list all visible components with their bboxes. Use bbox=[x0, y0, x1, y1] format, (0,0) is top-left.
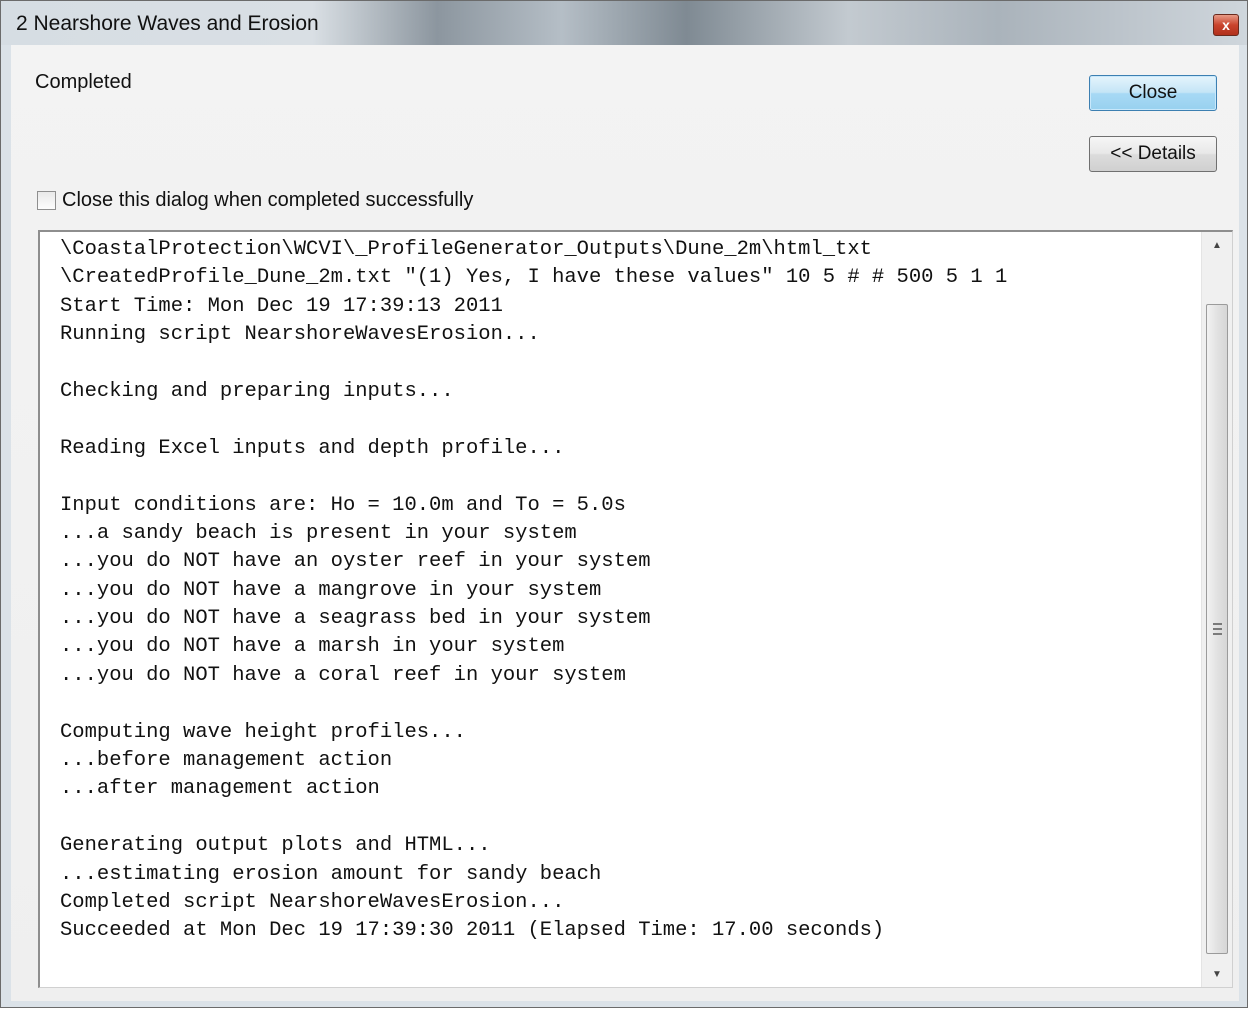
log-line: Reading Excel inputs and depth profile..… bbox=[60, 436, 565, 460]
details-button[interactable]: << Details bbox=[1089, 136, 1217, 172]
log-line: ...you do NOT have a mangrove in your sy… bbox=[60, 578, 602, 602]
log-line: ...you do NOT have a coral reef in your … bbox=[60, 663, 626, 687]
close-on-success-checkbox[interactable] bbox=[37, 191, 56, 210]
close-on-success-label: Close this dialog when completed success… bbox=[62, 189, 474, 211]
log-line: Succeeded at Mon Dec 19 17:39:30 2011 (E… bbox=[60, 919, 885, 943]
log-line: Computing wave height profiles... bbox=[60, 720, 466, 744]
dialog-client-area: Completed Close << Details Close this di… bbox=[11, 45, 1239, 1001]
log-line: ...you do NOT have a marsh in your syste… bbox=[60, 635, 565, 659]
close-icon: x bbox=[1222, 17, 1230, 33]
scrollbar-grip-icon bbox=[1213, 623, 1222, 635]
log-line: ...after management action bbox=[60, 777, 380, 801]
log-line: ...a sandy beach is present in your syst… bbox=[60, 521, 577, 545]
title-bar[interactable]: 2 Nearshore Waves and Erosion x bbox=[1, 1, 1247, 45]
log-line: ...you do NOT have an oyster reef in you… bbox=[60, 550, 651, 574]
log-line: ...estimating erosion amount for sandy b… bbox=[60, 862, 602, 886]
scroll-down-arrow-icon[interactable]: ▼ bbox=[1202, 961, 1232, 987]
scroll-up-arrow-icon[interactable]: ▲ bbox=[1202, 232, 1232, 258]
log-line: Running script NearshoreWavesErosion... bbox=[60, 323, 540, 347]
window-close-button[interactable]: x bbox=[1213, 14, 1239, 36]
log-line: ...before management action bbox=[60, 749, 393, 773]
log-text: \CoastalProtection\WCVI\_ProfileGenerato… bbox=[60, 236, 1190, 946]
log-line: Start Time: Mon Dec 19 17:39:13 2011 bbox=[60, 294, 503, 318]
log-line: ...you do NOT have a seagrass bed in you… bbox=[60, 607, 651, 631]
log-line: \CreatedProfile_Dune_2m.txt "(1) Yes, I … bbox=[60, 266, 1008, 290]
log-line: \CoastalProtection\WCVI\_ProfileGenerato… bbox=[60, 238, 872, 261]
window-title: 2 Nearshore Waves and Erosion bbox=[16, 12, 319, 35]
log-line: Completed script NearshoreWavesErosion..… bbox=[60, 890, 565, 914]
vertical-scrollbar[interactable]: ▲ ▼ bbox=[1201, 232, 1232, 987]
log-line: Generating output plots and HTML... bbox=[60, 834, 491, 858]
dialog-window: 2 Nearshore Waves and Erosion x Complete… bbox=[0, 0, 1248, 1008]
status-text: Completed bbox=[35, 71, 132, 93]
scrollbar-thumb[interactable] bbox=[1206, 304, 1228, 954]
log-line: Checking and preparing inputs... bbox=[60, 379, 454, 403]
close-on-success-option[interactable]: Close this dialog when completed success… bbox=[37, 189, 473, 212]
log-line: Input conditions are: Ho = 10.0m and To … bbox=[60, 493, 626, 517]
log-output-box[interactable]: \CoastalProtection\WCVI\_ProfileGenerato… bbox=[38, 230, 1233, 988]
close-button[interactable]: Close bbox=[1089, 75, 1217, 111]
